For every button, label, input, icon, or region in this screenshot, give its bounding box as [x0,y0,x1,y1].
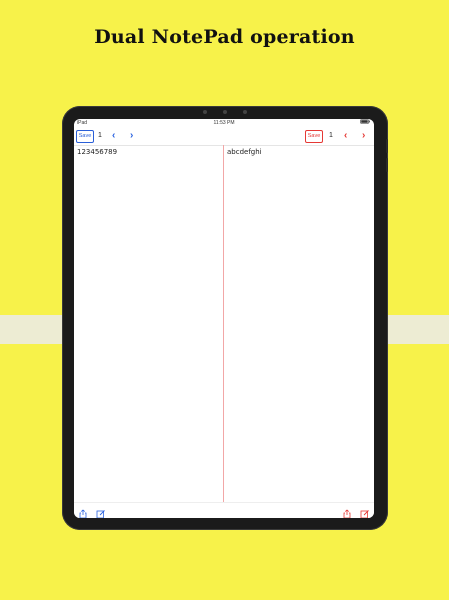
chevron-right-icon[interactable]: › [130,130,133,141]
camera-icon [223,110,227,114]
right-page-number: 1 [329,132,333,139]
volume-up-button [386,139,388,153]
sensor-dot [243,110,247,114]
chevron-left-icon[interactable]: ‹ [344,130,347,141]
sensor-dot [203,110,207,114]
right-note-text[interactable]: abcdefghi [227,148,371,156]
battery-icon [360,119,370,127]
right-toolbar: Save 1 ‹ › [224,128,374,145]
headline: Dual NotePad operation [94,26,355,48]
chevron-left-icon[interactable]: ‹ [112,130,115,141]
chevron-right-icon[interactable]: › [362,130,365,141]
left-toolbar: Save 1 ‹ › [74,128,223,145]
screen: iPad 11:53 PM Save 1 ‹ › Save 1 ‹ › 1234… [74,119,374,518]
left-page-number: 1 [98,132,102,139]
share-icon[interactable] [342,506,352,518]
toolbar-divider [74,145,374,146]
left-note-text[interactable]: 123456789 [77,148,221,156]
share-icon[interactable] [78,506,88,518]
pane-divider [223,145,224,502]
bottom-toolbar [74,502,374,518]
compose-icon[interactable] [96,506,106,518]
left-save-button[interactable]: Save [76,130,94,143]
clock: 11:53 PM [213,120,235,126]
status-bar: iPad 11:53 PM [74,119,374,127]
compose-icon[interactable] [360,506,370,518]
volume-down-button [386,158,388,172]
right-save-button[interactable]: Save [305,130,323,143]
